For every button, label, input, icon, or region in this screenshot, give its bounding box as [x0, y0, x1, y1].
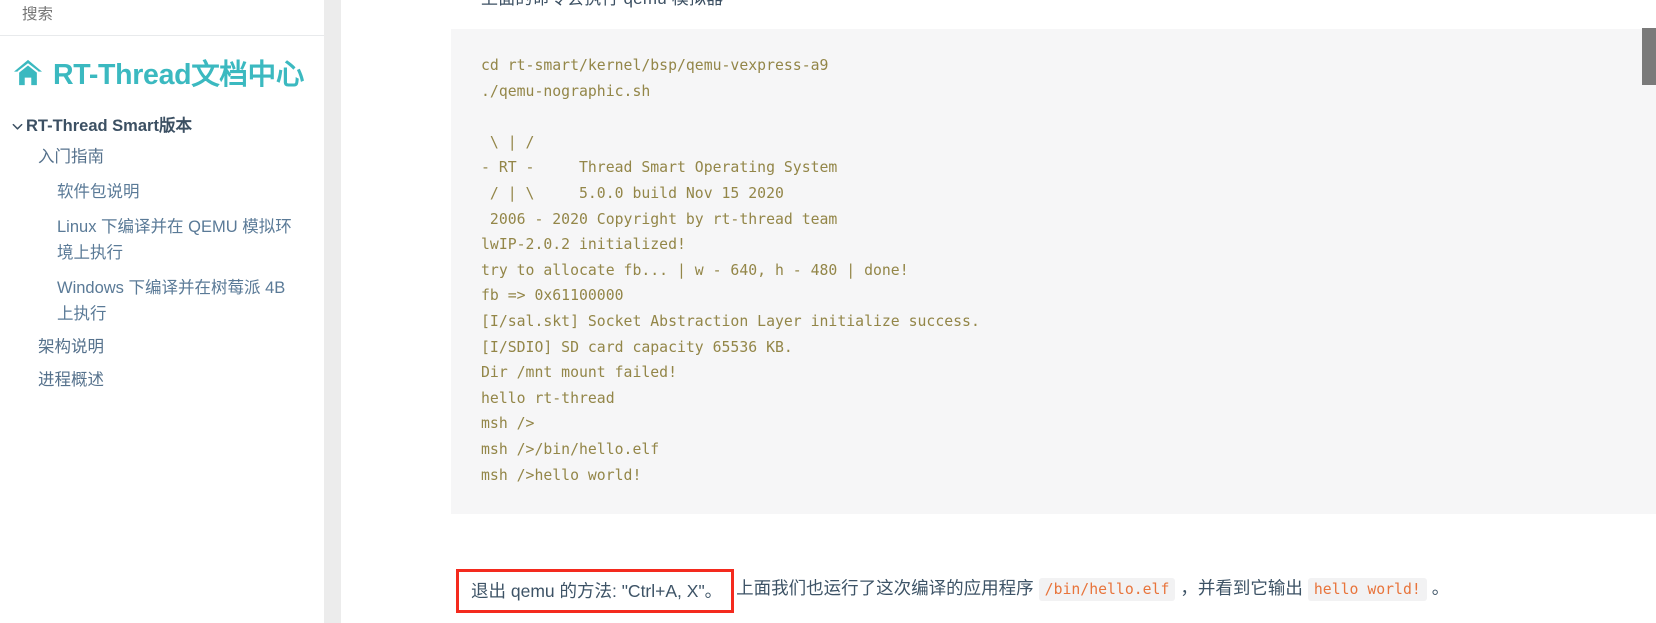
sidebar-item-getting-started[interactable]: 入门指南 — [0, 146, 324, 168]
inline-code-hello-world: hello world! — [1307, 577, 1427, 601]
sidebar-item-architecture[interactable]: 架构说明 — [0, 336, 324, 358]
page-root: RT-Thread文档中心 RT-Thread Smart版本 入门指南 软件包… — [0, 0, 1656, 623]
brand-logo[interactable]: RT-Thread文档中心 — [0, 36, 324, 93]
paragraph-text-3: 。 — [1431, 577, 1450, 598]
sidebar: RT-Thread文档中心 RT-Thread Smart版本 入门指南 软件包… — [0, 0, 324, 623]
body-paragraph: 退出 qemu 的方法: "Ctrl+A, X"。 上面我们也运行了这次编译的应用… — [456, 566, 1646, 613]
sidebar-item-process-overview[interactable]: 进程概述 — [0, 369, 324, 391]
home-icon — [14, 59, 42, 85]
brand-title: RT-Thread文档中心 — [53, 59, 305, 91]
scrollbar-thumb[interactable] — [1642, 28, 1656, 85]
sidebar-item-rt-thread-smart[interactable]: RT-Thread Smart版本 — [0, 115, 324, 137]
clipped-heading: 上面的命令会执行 qemu 模拟器 — [481, 0, 723, 9]
inline-code-hello-elf: /bin/hello.elf — [1038, 577, 1176, 601]
sidebar-nav: RT-Thread Smart版本 入门指南 软件包说明 Linux 下编译并在… — [0, 93, 324, 391]
vertical-scrollbar[interactable] — [1642, 0, 1656, 623]
paragraph-text-1: 上面我们也运行了这次编译的应用程序 — [736, 577, 1034, 598]
search-box[interactable] — [0, 0, 324, 30]
chevron-down-icon[interactable] — [11, 120, 24, 133]
sidebar-item-package-guide[interactable]: 软件包说明 — [0, 179, 324, 205]
search-input[interactable] — [22, 6, 292, 24]
highlight-box-exit-qemu: 退出 qemu 的方法: "Ctrl+A, X"。 — [456, 568, 735, 613]
sidebar-item-linux-qemu[interactable]: Linux 下编译并在 QEMU 模拟环境上执行 — [0, 214, 324, 266]
code-block-text: cd rt-smart/kernel/bsp/qemu-vexpress-a9 … — [481, 57, 980, 484]
code-block: cd rt-smart/kernel/bsp/qemu-vexpress-a9 … — [451, 29, 1656, 515]
sidebar-item-windows-rpi4b[interactable]: Windows 下编译并在树莓派 4B 上执行 — [0, 275, 324, 327]
paragraph-text-2: ，并看到它输出 — [1180, 577, 1303, 598]
sidebar-gutter — [324, 0, 341, 623]
sidebar-item-label: RT-Thread Smart版本 — [26, 117, 192, 135]
main-content: 上面的命令会执行 qemu 模拟器 cd rt-smart/kernel/bsp… — [341, 0, 1656, 623]
